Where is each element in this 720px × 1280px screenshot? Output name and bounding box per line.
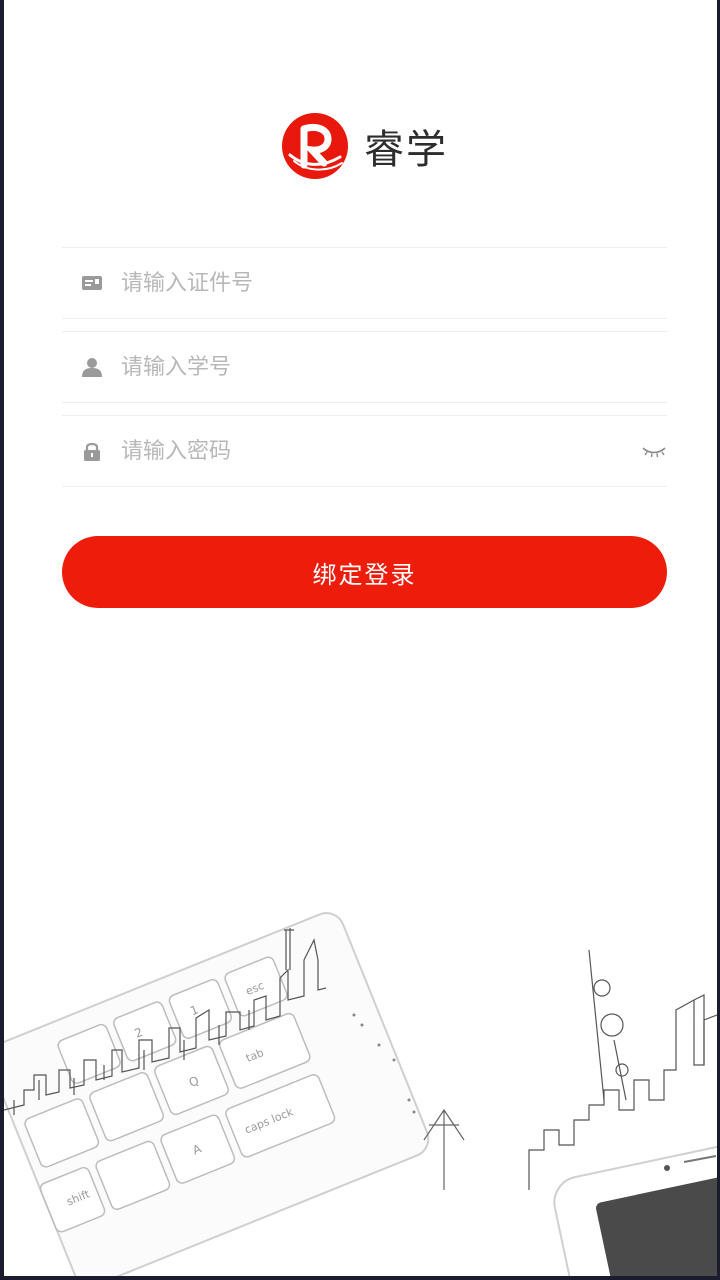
logo-mark-icon: [282, 113, 348, 179]
student-number-field: [62, 331, 667, 403]
eye-closed-icon[interactable]: [641, 440, 667, 462]
password-field: [62, 415, 667, 487]
city-keyboard-illustration: esc tab caps lock Q shift A 1 2: [4, 912, 717, 1276]
app-logo: 睿学: [280, 110, 448, 182]
id-number-field: [62, 247, 667, 319]
sprig-drawing: [423, 1108, 465, 1190]
phone-drawing: [553, 1144, 717, 1276]
password-input[interactable]: [121, 416, 667, 486]
student-number-input[interactable]: [121, 332, 667, 402]
id-number-input[interactable]: [121, 248, 667, 318]
app-screen: 睿学 请输入证件号 请输入学号 绑定登录 esc tab caps lock Q…: [0, 0, 720, 1280]
keyboard-drawing: esc tab caps lock Q shift A 1 2: [4, 912, 430, 1276]
logo-text: 睿学: [364, 127, 448, 173]
login-form: [62, 247, 667, 499]
lock-icon: [81, 440, 103, 462]
bind-login-button[interactable]: 绑定登录: [62, 536, 667, 608]
user-icon: [81, 356, 103, 378]
id-card-icon: [81, 272, 103, 294]
